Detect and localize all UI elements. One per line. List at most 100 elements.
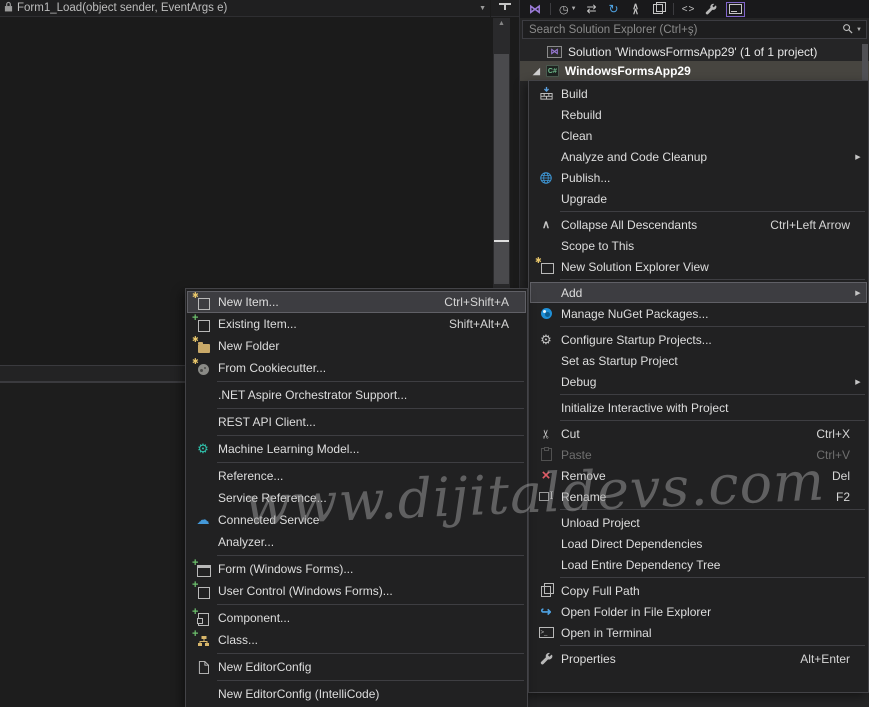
menu-item-connected-service[interactable]: ☁Connected Service: [187, 509, 526, 531]
editorconfig-icon: [188, 657, 218, 677]
menu-item-open-in-terminal[interactable]: >_Open in Terminal: [530, 622, 867, 643]
menu-item-existing-item[interactable]: +Existing Item...Shift+Alt+A: [187, 313, 526, 335]
sync-with-active-document-icon[interactable]: ⇄: [585, 2, 599, 17]
scroll-up-icon[interactable]: ▲: [493, 20, 510, 27]
menu-item-service-reference[interactable]: Service Reference...: [187, 487, 526, 509]
menu-item-label: Open in Terminal: [561, 626, 866, 640]
menu-item-label: Load Direct Dependencies: [561, 537, 866, 551]
menu-item-upgrade[interactable]: Upgrade: [530, 188, 867, 209]
menu-item-unload-project[interactable]: Unload Project: [530, 512, 867, 533]
menu-item-open-folder-in-file-explorer[interactable]: ↪Open Folder in File Explorer: [530, 601, 867, 622]
menu-item-label: Clean: [561, 129, 866, 143]
menu-item-rebuild[interactable]: Rebuild: [530, 104, 867, 125]
visual-studio-icon[interactable]: ⋈: [528, 2, 542, 17]
menu-item-label: Existing Item...: [218, 317, 449, 331]
menu-item-paste[interactable]: PasteCtrl+V: [530, 444, 867, 465]
menu-item-load-entire-dependency-tree[interactable]: Load Entire Dependency Tree: [530, 554, 867, 575]
menu-item-label: Rename: [561, 490, 836, 504]
editor-breadcrumb-bar[interactable]: Form1_Load(object sender, EventArgs e) ▼: [0, 0, 490, 17]
menu-item-new-item[interactable]: ✱New Item...Ctrl+Shift+A: [187, 291, 526, 313]
menu-item-label: New EditorConfig: [218, 660, 525, 674]
menu-item-label: Configure Startup Projects...: [561, 333, 866, 347]
menu-item-user-control-windows-forms[interactable]: +User Control (Windows Forms)...: [187, 580, 526, 602]
gear-icon: ⚙: [531, 330, 561, 349]
history-filter-icon[interactable]: ◷▼: [559, 2, 577, 17]
terminal-icon: >_: [531, 623, 561, 642]
menu-separator: [560, 577, 865, 578]
menu-item-rest-api-client[interactable]: REST API Client...: [187, 411, 526, 433]
menu-separator: [560, 645, 865, 646]
menu-item-machine-learning-model[interactable]: ⚙Machine Learning Model...: [187, 438, 526, 460]
menu-item-load-direct-dependencies[interactable]: Load Direct Dependencies: [530, 533, 867, 554]
menu-separator: [217, 680, 524, 681]
menu-item-label: Initialize Interactive with Project: [561, 401, 866, 415]
menu-item-new-solution-explorer-view[interactable]: ✱New Solution Explorer View: [530, 256, 867, 277]
menu-item-label: New Item...: [218, 295, 444, 309]
search-options-caret-icon[interactable]: ▼: [856, 27, 862, 33]
menu-item-publish[interactable]: Publish...: [530, 167, 867, 188]
menu-separator: [560, 211, 865, 212]
menu-item-reference[interactable]: Reference...: [187, 465, 526, 487]
menu-item-label: New Solution Explorer View: [561, 260, 866, 274]
editor-splitter-button[interactable]: [491, 0, 519, 17]
menu-item-cut[interactable]: ✂CutCtrl+X: [530, 423, 867, 444]
menu-item-set-as-startup-project[interactable]: Set as Startup Project: [530, 350, 867, 371]
menu-item-analyze-and-code-cleanup[interactable]: Analyze and Code Cleanup▶: [530, 146, 867, 167]
show-all-files-icon[interactable]: [651, 2, 665, 17]
user-control-icon: +: [188, 581, 218, 601]
menu-item-properties[interactable]: PropertiesAlt+Enter: [530, 648, 867, 669]
solution-search-box[interactable]: ▼: [522, 20, 867, 39]
menu-item-initialize-interactive-with-project[interactable]: Initialize Interactive with Project: [530, 397, 867, 418]
menu-separator: [217, 604, 524, 605]
menu-item-new-folder[interactable]: ✱New Folder: [187, 335, 526, 357]
menu-item-form-windows-forms[interactable]: +Form (Windows Forms)...: [187, 558, 526, 580]
tree-row-solution[interactable]: ⋈ Solution 'WindowsFormsApp29' (1 of 1 p…: [520, 42, 869, 61]
scrollbar-thumb[interactable]: [494, 54, 509, 284]
publish-globe-icon: [531, 168, 561, 187]
no-icon: [531, 236, 561, 255]
open-folder-arrow-icon: ↪: [531, 602, 561, 621]
view-code-icon[interactable]: <>: [682, 2, 696, 17]
menu-item-new-editorconfig-intellicode[interactable]: New EditorConfig (IntelliCode): [187, 683, 526, 705]
tree-row-project[interactable]: ◢ C# WindowsFormsApp29: [520, 61, 869, 81]
menu-item-debug[interactable]: Debug▶: [530, 371, 867, 392]
properties-wrench-icon[interactable]: [704, 2, 718, 17]
menu-item-net-aspire-orchestrator-support[interactable]: .NET Aspire Orchestrator Support...: [187, 384, 526, 406]
menu-item-remove[interactable]: ×RemoveDel: [530, 465, 867, 486]
menu-item-shortcut: Ctrl+X: [816, 427, 850, 441]
app-root: Form1_Load(object sender, EventArgs e) ▼…: [0, 0, 869, 707]
refresh-icon[interactable]: ↻: [607, 2, 621, 17]
breadcrumb-dropdown-icon[interactable]: ▼: [479, 5, 486, 12]
menu-item-label: REST API Client...: [218, 415, 525, 429]
menu-item-collapse-all-descendants[interactable]: ∧Collapse All DescendantsCtrl+Left Arrow: [530, 214, 867, 235]
menu-item-shortcut: Shift+Alt+A: [449, 317, 509, 331]
menu-item-manage-nuget-packages[interactable]: Manage NuGet Packages...: [530, 303, 867, 324]
menu-item-add[interactable]: Add▶: [530, 282, 867, 303]
menu-item-copy-full-path[interactable]: Copy Full Path: [530, 580, 867, 601]
menu-item-class[interactable]: +Class...: [187, 629, 526, 651]
preview-selected-items-icon[interactable]: [726, 2, 745, 17]
menu-separator: [560, 509, 865, 510]
collapse-all-icon[interactable]: ∧∧: [629, 2, 643, 17]
magnifier-icon[interactable]: [842, 21, 853, 39]
menu-item-configure-startup-projects[interactable]: ⚙Configure Startup Projects...: [530, 329, 867, 350]
menu-item-rename[interactable]: IRenameF2: [530, 486, 867, 507]
no-icon: [531, 398, 561, 417]
menu-item-label: Cut: [561, 427, 816, 441]
menu-separator: [217, 653, 524, 654]
menu-item-clean[interactable]: Clean: [530, 125, 867, 146]
solution-search-input[interactable]: [527, 23, 842, 37]
menu-item-label: Machine Learning Model...: [218, 442, 525, 456]
menu-item-component[interactable]: +Component...: [187, 607, 526, 629]
expand-arrow-icon[interactable]: ◢: [533, 66, 540, 77]
menu-item-scope-to-this[interactable]: Scope to This: [530, 235, 867, 256]
menu-item-analyzer[interactable]: Analyzer...: [187, 531, 526, 553]
tree-scrollbar-thumb[interactable]: [862, 44, 868, 82]
menu-item-new-editorconfig[interactable]: New EditorConfig: [187, 656, 526, 678]
menu-item-from-cookiecutter[interactable]: ✱From Cookiecutter...: [187, 357, 526, 379]
menu-separator: [560, 279, 865, 280]
no-icon: [531, 513, 561, 532]
menu-item-build[interactable]: Build: [530, 83, 867, 104]
solution-icon: ⋈: [547, 46, 562, 58]
menu-item-label: Analyze and Code Cleanup: [561, 150, 852, 164]
